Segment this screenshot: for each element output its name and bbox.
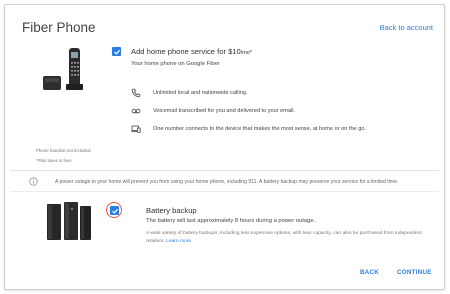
voicemail-icon — [131, 108, 141, 114]
home-phone-title-main: Add home phone service for $10 — [131, 47, 241, 56]
back-to-account-link[interactable]: Back to account — [380, 23, 433, 32]
devices-icon — [131, 125, 141, 133]
home-phone-title: Add home phone service for $10/mo* — [131, 47, 252, 56]
checkmark-icon — [113, 49, 120, 55]
phone-handset-image — [43, 48, 83, 90]
power-outage-notice: A power outage in your home will prevent… — [55, 179, 399, 185]
battery-backup-checkbox[interactable] — [110, 206, 119, 215]
notice-divider — [10, 191, 439, 192]
feature-one-number: One number connects to the device that m… — [153, 126, 366, 132]
feature-voicemail: Voicemail transcribed for you and delive… — [153, 108, 296, 114]
home-phone-checkbox[interactable] — [112, 47, 121, 56]
fiber-phone-card: Fiber Phone Back to account Add home pho… — [4, 4, 445, 290]
home-phone-description: Your home phone on Google Fiber — [131, 61, 220, 67]
page-title: Fiber Phone — [22, 20, 96, 35]
checkmark-icon — [111, 208, 118, 214]
feature-unlimited-calling: Unlimited local and nationwide calling. — [153, 90, 248, 96]
battery-backup-image — [47, 202, 91, 240]
home-phone-title-unit: /mo* — [240, 50, 253, 56]
learn-more-link[interactable]: Learn more — [166, 239, 191, 244]
battery-backup-more-info: A wide variety of battery backups, inclu… — [146, 230, 434, 245]
battery-backup-title: Battery backup — [146, 206, 197, 215]
battery-backup-description: The battery will last approximately 8 ho… — [146, 218, 316, 224]
continue-button[interactable]: CONTINUE — [397, 269, 432, 276]
taxes-fees-note: *Plus taxes & fees — [36, 158, 72, 163]
section-divider — [10, 170, 439, 171]
back-button[interactable]: BACK — [360, 269, 379, 276]
info-icon — [29, 177, 38, 186]
handset-not-included-note: Phone handset not included. — [36, 148, 92, 153]
phone-icon — [131, 88, 141, 98]
